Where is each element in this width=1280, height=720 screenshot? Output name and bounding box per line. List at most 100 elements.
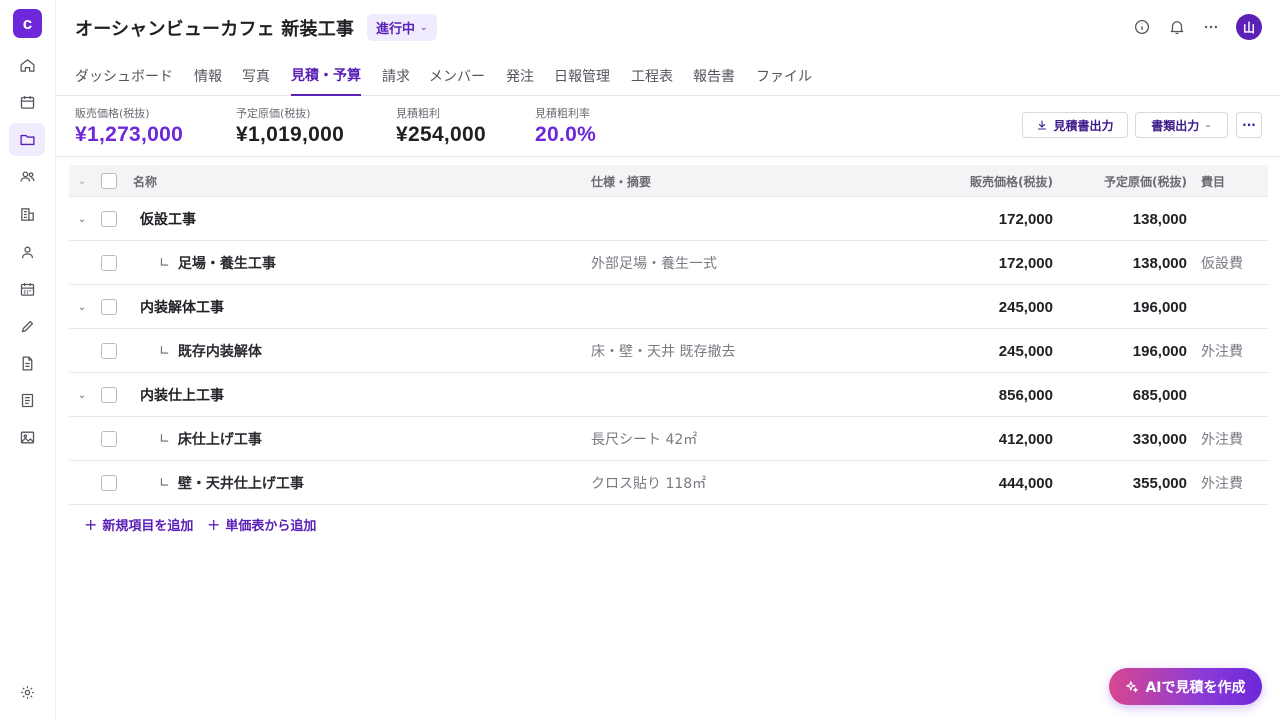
sidebar-item-company[interactable] [9, 198, 45, 231]
row-checkbox[interactable] [101, 387, 117, 403]
add-from-price-list-label: 単価表から追加 [225, 518, 317, 534]
row-name: 既存内装解体 [177, 344, 262, 360]
tab-billing[interactable]: 請求 [382, 56, 410, 95]
export-estimate-button[interactable]: 見積書出力 [1022, 112, 1128, 138]
row-checkbox[interactable] [101, 211, 117, 227]
row-name-cell: ∟ 壁・天井仕上げ工事 [159, 461, 304, 505]
sidebar-item-schedule[interactable] [9, 273, 45, 306]
row-spec: 外部足場・養生一式 [591, 256, 717, 272]
ai-estimate-button[interactable]: AIで見積を作成 [1109, 668, 1262, 705]
chevron-down-icon[interactable]: ⌄ [75, 211, 89, 227]
tab-schedule[interactable]: 工程表 [631, 56, 673, 95]
more-menu-button[interactable] [1200, 16, 1222, 38]
metric-value: ¥1,019,000 [236, 123, 345, 146]
row-spec: 床・壁・天井 既存撤去 [591, 344, 736, 360]
tab-daily-reports[interactable]: 日報管理 [554, 56, 610, 95]
row-name: 仮設工事 [140, 212, 196, 228]
row-name: 内装解体工事 [140, 300, 224, 316]
sidebar-item-settings[interactable] [9, 676, 45, 709]
select-all-checkbox[interactable] [101, 173, 117, 189]
column-planned-cost: 予定原価(税抜) [1104, 174, 1187, 189]
download-icon [1038, 120, 1047, 130]
sidebar-item-members[interactable] [9, 160, 45, 193]
row-name: 壁・天井仕上げ工事 [177, 476, 304, 492]
tab-info[interactable]: 情報 [194, 56, 222, 95]
table-row[interactable]: ∟ 足場・養生工事 外部足場・養生一式 172,000 138,000 仮設費 [69, 241, 1268, 285]
info-icon [1134, 19, 1150, 35]
chevron-down-icon: ⌄ [420, 22, 428, 33]
table-row[interactable]: ∟ 床仕上げ工事 長尺シート 42㎡ 412,000 330,000 外注費 [69, 417, 1268, 461]
table-row[interactable]: ∟ 既存内装解体 床・壁・天井 既存撤去 245,000 196,000 外注費 [69, 329, 1268, 373]
notifications-button[interactable] [1166, 16, 1188, 38]
table-row-group[interactable]: ⌄ 内装解体工事 245,000 196,000 [69, 285, 1268, 329]
sidebar-item-calendar[interactable] [9, 86, 45, 119]
metric-value: 20.0% [535, 123, 597, 146]
table-row-group[interactable]: ⌄ 内装仕上工事 856,000 685,000 [69, 373, 1268, 417]
row-planned-cost: 196,000 [1132, 298, 1187, 316]
info-button[interactable] [1131, 16, 1153, 38]
sidebar-item-reports[interactable] [9, 384, 45, 417]
ai-estimate-label: AIで見積を作成 [1145, 679, 1246, 696]
export-documents-button[interactable]: 書類出力 ⌄ [1135, 112, 1228, 138]
app-logo[interactable]: c [13, 9, 42, 38]
row-checkbox[interactable] [101, 343, 117, 359]
status-dropdown[interactable]: 進行中 ⌄ [367, 14, 437, 41]
row-sale-price: 245,000 [998, 298, 1053, 316]
sidebar-item-documents[interactable] [9, 347, 45, 380]
column-name: 名称 [133, 174, 158, 189]
metric-label: 見積粗利 [396, 107, 440, 120]
sidebar-item-edit[interactable] [9, 310, 45, 343]
tab-dashboard[interactable]: ダッシュボード [75, 56, 173, 95]
row-name: 内装仕上工事 [140, 388, 224, 404]
sidebar-item-person[interactable] [9, 236, 45, 269]
estimate-table: ⌄ 名称 仕様・摘要 販売価格(税抜) 予定原価(税抜) 費目 ⌄ 仮設工事 1… [69, 165, 1268, 505]
add-from-price-list-button[interactable]: + 単価表から追加 [207, 514, 316, 534]
sidebar-item-home[interactable] [9, 49, 45, 82]
export-documents-label: 書類出力 [1151, 118, 1200, 133]
add-item-button[interactable]: + 新規項目を追加 [84, 514, 193, 534]
table-row[interactable]: ∟ 壁・天井仕上げ工事 クロス貼り 118㎡ 444,000 355,000 外… [69, 461, 1268, 505]
building-icon [20, 208, 34, 221]
row-planned-cost: 138,000 [1132, 254, 1187, 272]
sidebar-item-projects[interactable] [9, 123, 45, 156]
row-sale-price: 444,000 [998, 474, 1053, 492]
column-sale-price: 販売価格(税抜) [970, 174, 1053, 189]
sidebar-item-images[interactable] [9, 421, 45, 454]
row-checkbox[interactable] [101, 299, 117, 315]
row-planned-cost: 330,000 [1132, 430, 1187, 448]
table-row-group[interactable]: ⌄ 仮設工事 172,000 138,000 [69, 197, 1268, 241]
more-horizontal-icon: ··· [1242, 118, 1256, 132]
tree-branch-icon: ∟ [159, 343, 170, 359]
tab-reports[interactable]: 報告書 [693, 56, 735, 95]
summary-more-button[interactable]: ··· [1236, 112, 1262, 138]
tab-estimate-budget[interactable]: 見積・予算 [291, 56, 361, 96]
row-sale-price: 245,000 [998, 342, 1053, 360]
document-icon [22, 356, 32, 371]
row-category: 外注費 [1201, 344, 1243, 360]
metric-sale-price: 販売価格(税抜) ¥1,273,000 [75, 105, 183, 147]
chevron-down-icon[interactable]: ⌄ [75, 387, 89, 403]
row-checkbox[interactable] [101, 255, 117, 271]
tab-files[interactable]: ファイル [756, 56, 812, 95]
sparkle-icon [1126, 680, 1139, 692]
row-planned-cost: 138,000 [1132, 210, 1187, 228]
sidebar: c [0, 0, 56, 720]
metric-label: 見積粗利率 [535, 107, 590, 120]
collapse-all-icon[interactable]: ⌄ [75, 173, 89, 189]
tab-photos[interactable]: 写真 [242, 56, 270, 95]
tab-members[interactable]: メンバー [429, 56, 485, 95]
row-checkbox[interactable] [101, 431, 117, 447]
users-icon [19, 171, 35, 182]
add-item-label: 新規項目を追加 [102, 518, 194, 534]
chevron-down-icon[interactable]: ⌄ [75, 299, 89, 315]
row-checkbox[interactable] [101, 475, 117, 491]
estimate-summary: 販売価格(税抜) ¥1,273,000 予定原価(税抜) ¥1,019,000 … [56, 96, 1280, 157]
metric-gross-profit: 見積粗利 ¥254,000 [396, 105, 486, 147]
row-sale-price: 172,000 [998, 254, 1053, 272]
tree-branch-icon: ∟ [159, 431, 170, 447]
row-spec: 長尺シート 42㎡ [591, 432, 698, 448]
tab-orders[interactable]: 発注 [506, 56, 534, 95]
user-avatar[interactable]: 山 [1236, 14, 1262, 40]
page-title: オーシャンビューカフェ 新装工事 [75, 19, 355, 40]
row-spec: クロス貼り 118㎡ [591, 476, 707, 492]
